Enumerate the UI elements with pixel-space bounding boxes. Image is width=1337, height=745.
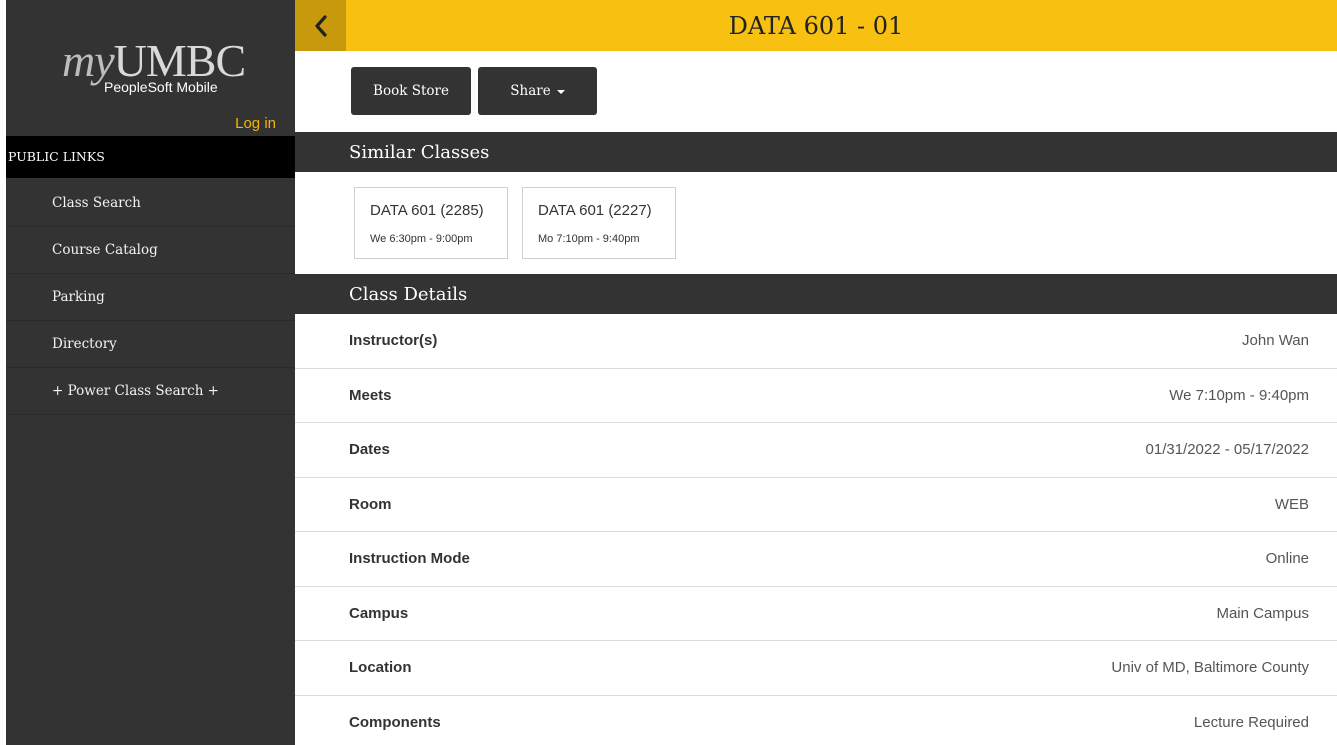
detail-value: Main Campus	[1216, 604, 1309, 622]
similar-class-time: Mo 7:10pm - 9:40pm	[538, 233, 640, 245]
detail-value: 01/31/2022 - 05/17/2022	[1145, 441, 1309, 458]
detail-label: Instruction Mode	[349, 550, 470, 567]
sidebar-item-parking[interactable]: Parking	[6, 274, 295, 321]
back-button[interactable]	[295, 0, 346, 51]
detail-value: Online	[1265, 550, 1309, 567]
similar-class-card[interactable]: DATA 601 (2285) We 6:30pm - 9:00pm	[354, 187, 508, 259]
share-label: Share	[510, 83, 551, 99]
detail-label: Room	[349, 495, 392, 513]
detail-value: Univ of MD, Baltimore County	[1111, 659, 1309, 676]
class-details-header: Class Details	[295, 274, 1337, 314]
similar-class-title: DATA 601 (2227)	[538, 202, 652, 219]
similar-classes-header: Similar Classes	[295, 132, 1337, 172]
similar-class-title: DATA 601 (2285)	[370, 202, 484, 219]
similar-class-time: We 6:30pm - 9:00pm	[370, 233, 473, 245]
page-title: DATA 601 - 01	[728, 12, 904, 40]
detail-value: Lecture Required	[1193, 713, 1309, 731]
detail-value: We 7:10pm - 9:40pm	[1169, 386, 1309, 404]
detail-row-components: Components Lecture Required	[295, 696, 1337, 745]
public-links-heading: PUBLIC LINKS	[6, 136, 295, 178]
sidebar-item-class-search[interactable]: Class Search	[6, 180, 295, 227]
sidebar: myUMBC PeopleSoft Mobile Log in PUBLIC L…	[6, 0, 295, 745]
detail-label: Instructor(s)	[349, 332, 438, 349]
sidebar-item-power-class-search[interactable]: + Power Class Search +	[6, 368, 295, 415]
detail-row-dates: Dates 01/31/2022 - 05/17/2022	[295, 423, 1337, 478]
caret-down-icon	[556, 89, 565, 94]
login-link[interactable]: Log in	[235, 115, 276, 132]
detail-row-meets: Meets We 7:10pm - 9:40pm	[295, 369, 1337, 423]
detail-label: Meets	[349, 386, 392, 404]
detail-row-room: Room WEB	[295, 478, 1337, 532]
detail-row-location: Location Univ of MD, Baltimore County	[295, 641, 1337, 696]
book-store-button[interactable]: Book Store	[351, 67, 471, 115]
detail-row-campus: Campus Main Campus	[295, 587, 1337, 641]
sidebar-item-directory[interactable]: Directory	[6, 321, 295, 368]
logo-subtitle: PeopleSoft Mobile	[104, 79, 218, 95]
detail-value: John Wan	[1242, 332, 1309, 349]
sidebar-item-course-catalog[interactable]: Course Catalog	[6, 227, 295, 274]
detail-label: Location	[349, 659, 412, 676]
sidebar-nav: Class Search Course Catalog Parking Dire…	[6, 180, 295, 415]
detail-row-instructor: Instructor(s) John Wan	[295, 314, 1337, 369]
top-bar: DATA 601 - 01	[295, 0, 1337, 51]
detail-label: Dates	[349, 441, 390, 458]
detail-label: Components	[349, 713, 441, 731]
detail-label: Campus	[349, 604, 409, 622]
logo[interactable]: myUMBC PeopleSoft Mobile Log in	[6, 0, 295, 136]
chevron-left-icon	[314, 14, 327, 37]
logo-wordmark: myUMBC	[62, 35, 246, 86]
detail-row-instruction-mode: Instruction Mode Online	[295, 532, 1337, 587]
share-button[interactable]: Share	[478, 67, 597, 115]
detail-value: WEB	[1274, 495, 1309, 513]
class-details-list: Instructor(s) John Wan Meets We 7:10pm -…	[295, 314, 1337, 745]
similar-class-card[interactable]: DATA 601 (2227) Mo 7:10pm - 9:40pm	[522, 187, 676, 259]
